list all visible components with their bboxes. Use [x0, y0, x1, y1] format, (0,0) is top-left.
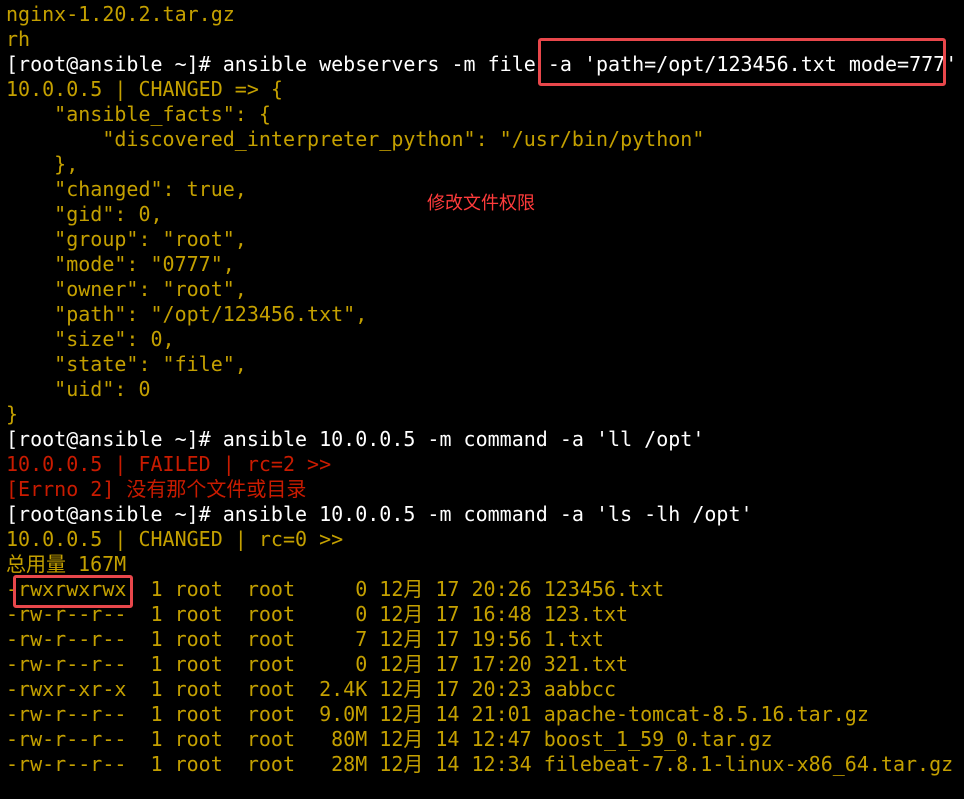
terminal-line: [Errno 2] 没有那个文件或目录: [6, 477, 307, 501]
terminal-line: -rw-r--r-- 1 root root 80M 12月 14 12:47 …: [6, 727, 773, 751]
terminal-line: "group": "root",: [6, 227, 247, 251]
terminal-line: [root@ansible ~]# ansible 10.0.0.5 -m co…: [6, 427, 705, 451]
terminal-line: "uid": 0: [6, 377, 151, 401]
terminal-line: -rwxr-xr-x 1 root root 2.4K 12月 17 20:23…: [6, 677, 617, 701]
terminal-line: [root@ansible ~]# ansible 10.0.0.5 -m co…: [6, 502, 753, 526]
terminal-line: rh: [6, 27, 31, 51]
terminal-line: nginx-1.20.2.tar.gz: [6, 2, 235, 26]
terminal-line: "owner": "root",: [6, 277, 247, 301]
terminal-line: "state": "file",: [6, 352, 247, 376]
terminal-line: "size": 0,: [6, 327, 175, 351]
terminal-line: [root@ansible ~]# ansible webservers -m …: [6, 52, 958, 76]
terminal-line: 总用量 167M: [6, 552, 127, 576]
terminal-line: 10.0.0.5 | CHANGED => {: [6, 77, 283, 101]
terminal-line: 10.0.0.5 | FAILED | rc=2 >>: [6, 452, 332, 476]
terminal-line: "discovered_interpreter_python": "/usr/b…: [6, 127, 705, 151]
terminal-line: -rw-r--r-- 1 root root 28M 12月 14 12:34 …: [6, 752, 954, 776]
terminal-line: -rw-r--r-- 1 root root 0 12月 17 16:48 12…: [6, 602, 629, 626]
terminal-line: -rw-r--r-- 1 root root 0 12月 17 17:20 32…: [6, 652, 629, 676]
terminal-line: "ansible_facts": {: [6, 102, 271, 126]
terminal-line: },: [6, 152, 79, 176]
terminal-line: -rw-r--r-- 1 root root 7 12月 17 19:56 1.…: [6, 627, 604, 651]
terminal-line: -rwxrwxrwx 1 root root 0 12月 17 20:26 12…: [6, 577, 665, 601]
terminal-line: "path": "/opt/123456.txt",: [6, 302, 368, 326]
terminal-output[interactable]: nginx-1.20.2.tar.gz rh [root@ansible ~]# a…: [6, 2, 964, 777]
annotation-label: 修改文件权限: [427, 193, 535, 214]
terminal-line: 10.0.0.5 | CHANGED | rc=0 >>: [6, 527, 344, 551]
terminal-line: }: [6, 402, 19, 426]
terminal-line: -rw-r--r-- 1 root root 9.0M 12月 14 21:01…: [6, 702, 869, 726]
terminal-line: "mode": "0777",: [6, 252, 235, 276]
